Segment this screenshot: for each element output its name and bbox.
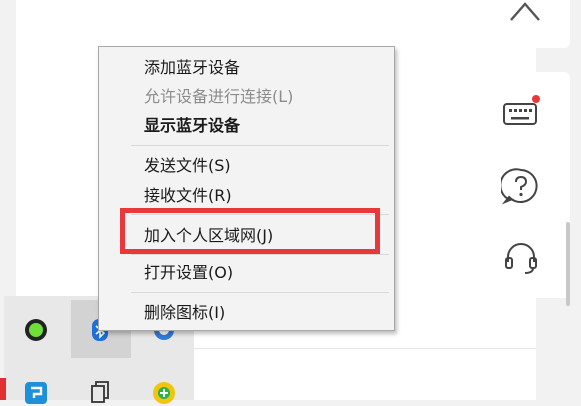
menu-item-add-bluetooth-device[interactable]: 添加蓝牙设备 [144, 56, 240, 80]
keyboard-icon[interactable] [501, 92, 541, 132]
chat-icon[interactable] [150, 378, 178, 406]
tools-card [484, 72, 570, 298]
menu-separator [131, 292, 389, 293]
menu-item-allow-connect: 允许设备进行连接(L) [144, 87, 294, 106]
green-status-icon[interactable] [22, 316, 50, 344]
bluetooth-context-menu: 添加蓝牙设备 允许设备进行连接(L) 显示蓝牙设备 发送文件(S) 接收文件(R… [98, 46, 395, 331]
menu-separator [131, 145, 389, 146]
scrollbar-thumb[interactable] [566, 222, 570, 306]
app-icon[interactable] [22, 378, 50, 406]
menu-separator [131, 254, 389, 255]
menu-item-send-file[interactable]: 发送文件(S) [144, 154, 231, 178]
copy-icon[interactable] [86, 378, 114, 406]
annotation-highlight-box [120, 208, 380, 254]
taskbar-red-strip [0, 378, 6, 400]
chevron-up-icon[interactable] [507, 0, 543, 24]
menu-item-remove-icon[interactable]: 删除图标(I) [144, 301, 225, 325]
menu-item-open-settings[interactable]: 打开设置(O) [144, 261, 233, 285]
menu-item-show-bluetooth-devices[interactable]: 显示蓝牙设备 [144, 114, 240, 138]
collapse-card[interactable] [484, 0, 570, 48]
help-icon[interactable] [501, 166, 541, 206]
headset-icon[interactable] [501, 238, 541, 278]
menu-item-receive-file[interactable]: 接收文件(R) [144, 184, 232, 208]
